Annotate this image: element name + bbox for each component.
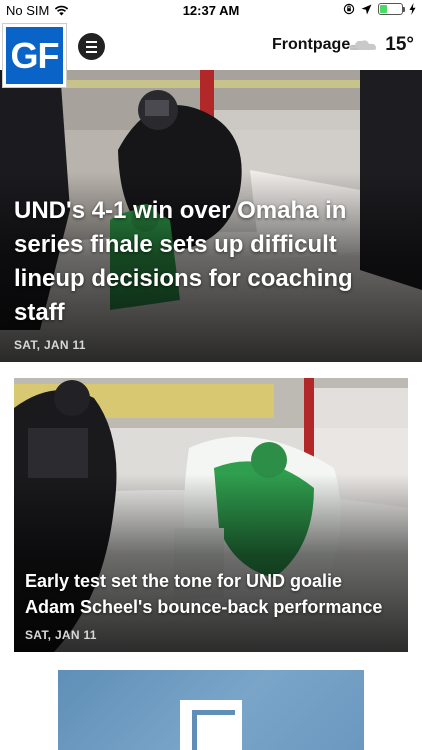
- rotation-lock-icon: [343, 3, 355, 15]
- location-arrow-icon: [361, 4, 372, 14]
- app-header: GF Frontpage 15°: [0, 22, 422, 87]
- story-date: SAT, JAN 11: [14, 338, 86, 352]
- charging-bolt-icon: [409, 3, 416, 15]
- menu-line-icon: [86, 45, 97, 48]
- top-story-card[interactable]: UND's 4-1 win over Omaha in series final…: [0, 70, 422, 362]
- battery-level: [380, 5, 388, 13]
- temperature: 15°: [385, 34, 414, 55]
- story-text: Early test set the tone for UND goalie A…: [25, 568, 396, 642]
- story-headline[interactable]: Early test set the tone for UND goalie A…: [25, 568, 396, 620]
- weather-widget[interactable]: 15°: [347, 34, 414, 56]
- battery-icon: [378, 3, 405, 15]
- menu-line-icon: [86, 40, 97, 43]
- story-date: SAT, JAN 11: [25, 628, 97, 642]
- story-card[interactable]: Early test set the tone for UND goalie A…: [14, 378, 408, 652]
- menu-button[interactable]: [78, 33, 105, 60]
- status-bar: No SIM 12:37 AM: [0, 0, 422, 22]
- gf-logo[interactable]: GF: [3, 24, 66, 87]
- story-headline[interactable]: UND's 4-1 win over Omaha in series final…: [14, 194, 410, 330]
- story-text: UND's 4-1 win over Omaha in series final…: [14, 194, 410, 352]
- cloud-icon: [348, 40, 377, 50]
- advertiser-logo: [180, 700, 242, 750]
- status-indicators: [343, 3, 416, 15]
- advertisement-banner[interactable]: [58, 670, 364, 750]
- menu-line-icon: [86, 50, 97, 53]
- section-title: Frontpage: [272, 36, 351, 53]
